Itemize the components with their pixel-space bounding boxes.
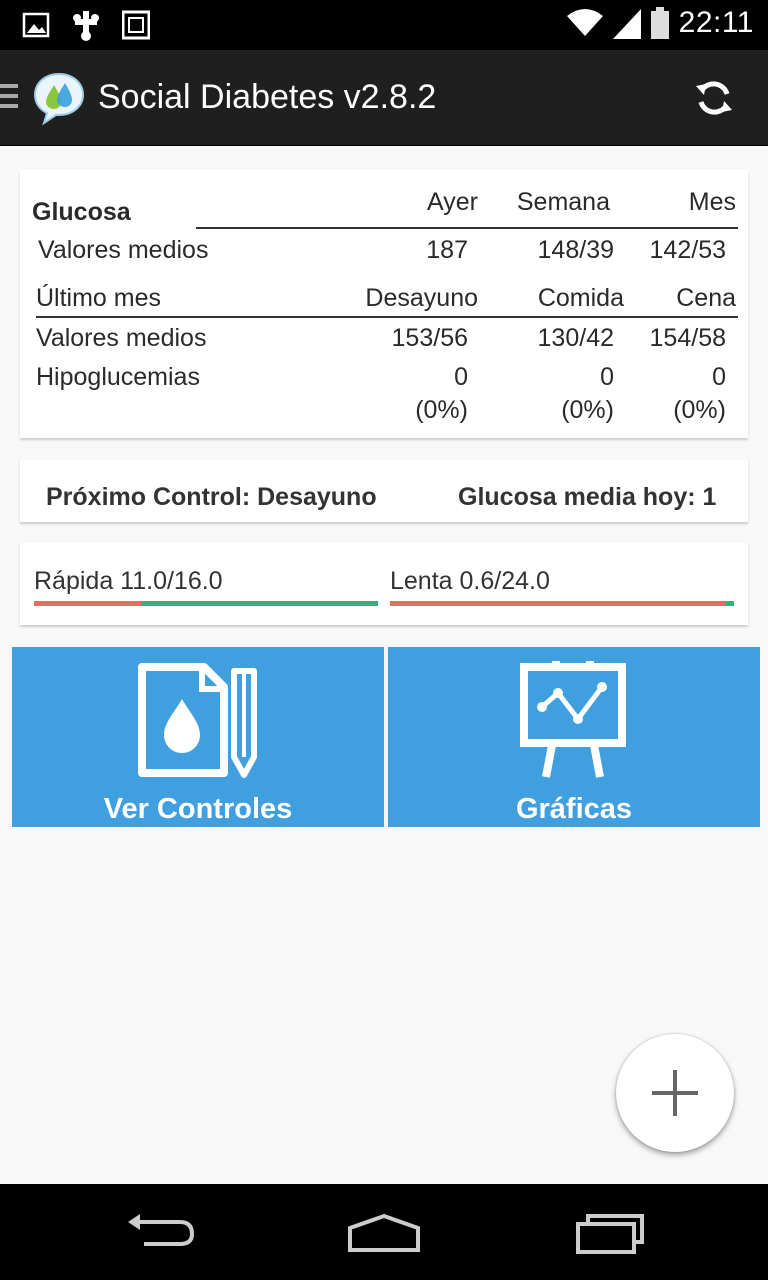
app-logo-icon[interactable] [32,72,86,126]
app-title: Social Diabetes v2.8.2 [98,78,437,116]
add-entry-button[interactable] [616,1034,734,1152]
slow-remaining [725,601,734,606]
header-divider [196,227,738,229]
value-ayer: 187 [426,236,468,264]
row-label: Hipoglucemias [36,363,200,391]
rapid-insulin-progress [34,601,378,606]
slow-insulin-progress [390,601,734,606]
value-comida: 130/42 [537,324,614,352]
value-semana: 148/39 [537,236,614,264]
glucose-title: Glucosa [32,198,131,226]
col-header-semana: Semana [516,188,610,216]
chart-easel-icon [520,661,626,778]
hypo-pct-comida: (0%) [561,396,614,424]
insulin-card[interactable]: Rápida 11.0/16.0 Lenta 0.6/24.0 [20,543,748,625]
battery-icon [650,7,669,39]
next-control-card[interactable]: Próximo Control: Desayuno Glucosa media … [20,460,748,522]
document-drop-pencil-icon [138,663,257,778]
glucose-today-text: Glucosa media hoy: 1 [458,483,717,511]
section-title-last-month: Último mes [36,284,162,312]
hypo-pct-desayuno: (0%) [415,396,468,424]
row-label: Valores medios [38,236,209,264]
rapid-remaining [142,601,378,606]
col-header-desayuno: Desayuno [365,284,478,312]
home-icon[interactable] [346,1212,422,1254]
charts-label: Gráficas [515,793,633,825]
glucose-summary-card[interactable]: Glucosa Ayer Semana Mes Valores medios 1… [20,170,748,438]
back-icon[interactable] [124,1212,196,1252]
hypo-pct-cena: (0%) [673,396,726,424]
hypo-cena: 0 [712,363,726,391]
hypo-comida: 0 [600,363,614,391]
hypo-desayuno: 0 [454,363,468,391]
col-header-ayer: Ayer [427,188,478,216]
recents-icon[interactable] [574,1212,646,1254]
image-icon [22,12,50,38]
view-controls-label: Ver Controles [103,793,293,825]
col-header-cena: Cena [676,284,736,312]
system-nav-bar [0,1184,768,1280]
drawer-menu-icon[interactable] [0,84,18,110]
value-desayuno: 153/56 [391,324,468,352]
col-header-comida: Comida [537,284,624,312]
plus-icon [652,1070,698,1116]
screenshot-icon [122,10,150,40]
wifi-icon [566,9,603,36]
charts-tile[interactable]: Gráficas [388,647,760,827]
view-controls-tile[interactable]: Ver Controles [12,647,384,827]
status-bar: 22:11 [0,0,768,50]
signal-icon [612,9,641,39]
rapid-used [34,601,142,606]
row-label: Valores medios [36,324,207,352]
rapid-insulin-label: Rápida 11.0/16.0 [34,567,223,595]
value-cena: 154/58 [649,324,726,352]
app-bar: Social Diabetes v2.8.2 [0,50,768,146]
slow-used [390,601,725,606]
section-divider [36,316,738,318]
col-header-mes: Mes [688,188,736,216]
next-control-text: Próximo Control: Desayuno [46,483,377,511]
value-mes: 142/53 [649,236,726,264]
usb-icon [73,11,99,41]
slow-insulin-label: Lenta 0.6/24.0 [390,567,550,595]
clock: 22:11 [678,6,754,39]
sync-icon[interactable] [694,78,734,118]
